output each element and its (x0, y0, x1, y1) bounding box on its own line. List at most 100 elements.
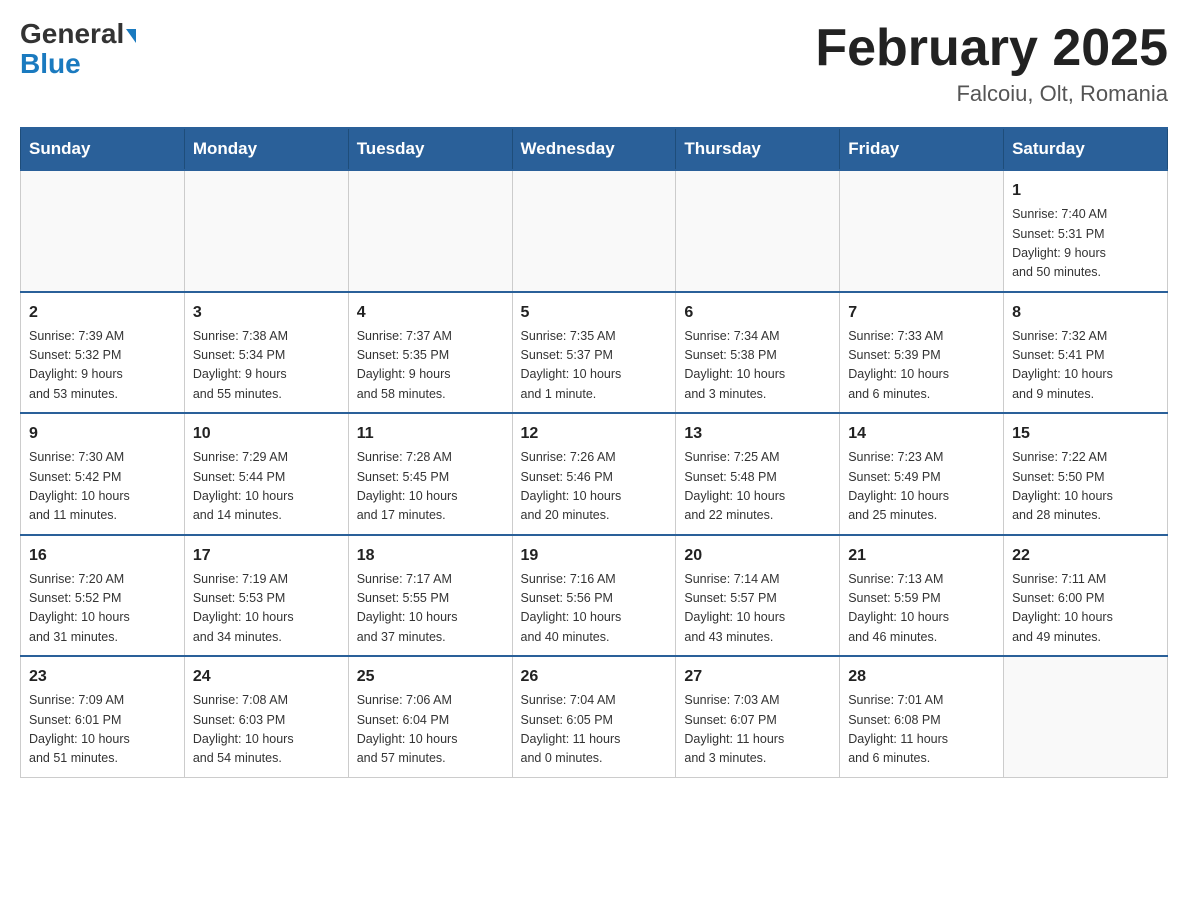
calendar-cell: 26Sunrise: 7:04 AM Sunset: 6:05 PM Dayli… (512, 656, 676, 777)
calendar-cell: 10Sunrise: 7:29 AM Sunset: 5:44 PM Dayli… (184, 413, 348, 535)
logo: General Blue (20, 20, 136, 80)
calendar-cell: 2Sunrise: 7:39 AM Sunset: 5:32 PM Daylig… (21, 292, 185, 414)
day-info: Sunrise: 7:23 AM Sunset: 5:49 PM Dayligh… (848, 448, 995, 526)
calendar-cell: 25Sunrise: 7:06 AM Sunset: 6:04 PM Dayli… (348, 656, 512, 777)
calendar-cell: 13Sunrise: 7:25 AM Sunset: 5:48 PM Dayli… (676, 413, 840, 535)
calendar-cell: 28Sunrise: 7:01 AM Sunset: 6:08 PM Dayli… (840, 656, 1004, 777)
day-info: Sunrise: 7:03 AM Sunset: 6:07 PM Dayligh… (684, 691, 831, 769)
calendar-cell: 12Sunrise: 7:26 AM Sunset: 5:46 PM Dayli… (512, 413, 676, 535)
col-header-sunday: Sunday (21, 128, 185, 170)
calendar-cell: 4Sunrise: 7:37 AM Sunset: 5:35 PM Daylig… (348, 292, 512, 414)
calendar-cell: 5Sunrise: 7:35 AM Sunset: 5:37 PM Daylig… (512, 292, 676, 414)
day-info: Sunrise: 7:01 AM Sunset: 6:08 PM Dayligh… (848, 691, 995, 769)
day-info: Sunrise: 7:22 AM Sunset: 5:50 PM Dayligh… (1012, 448, 1159, 526)
day-number: 14 (848, 422, 995, 446)
calendar-table: SundayMondayTuesdayWednesdayThursdayFrid… (20, 127, 1168, 778)
logo-line2: Blue (20, 48, 81, 80)
day-info: Sunrise: 7:08 AM Sunset: 6:03 PM Dayligh… (193, 691, 340, 769)
calendar-cell: 11Sunrise: 7:28 AM Sunset: 5:45 PM Dayli… (348, 413, 512, 535)
page-header: General Blue February 2025 Falcoiu, Olt,… (20, 20, 1168, 107)
day-info: Sunrise: 7:13 AM Sunset: 5:59 PM Dayligh… (848, 570, 995, 648)
day-info: Sunrise: 7:32 AM Sunset: 5:41 PM Dayligh… (1012, 327, 1159, 405)
day-info: Sunrise: 7:38 AM Sunset: 5:34 PM Dayligh… (193, 327, 340, 405)
day-info: Sunrise: 7:16 AM Sunset: 5:56 PM Dayligh… (521, 570, 668, 648)
col-header-saturday: Saturday (1004, 128, 1168, 170)
calendar-cell (348, 170, 512, 292)
day-number: 3 (193, 301, 340, 325)
day-number: 26 (521, 665, 668, 689)
calendar-cell: 17Sunrise: 7:19 AM Sunset: 5:53 PM Dayli… (184, 535, 348, 657)
day-number: 6 (684, 301, 831, 325)
col-header-monday: Monday (184, 128, 348, 170)
day-info: Sunrise: 7:09 AM Sunset: 6:01 PM Dayligh… (29, 691, 176, 769)
day-info: Sunrise: 7:37 AM Sunset: 5:35 PM Dayligh… (357, 327, 504, 405)
calendar-cell: 22Sunrise: 7:11 AM Sunset: 6:00 PM Dayli… (1004, 535, 1168, 657)
day-number: 11 (357, 422, 504, 446)
col-header-thursday: Thursday (676, 128, 840, 170)
day-number: 22 (1012, 544, 1159, 568)
day-number: 2 (29, 301, 176, 325)
day-info: Sunrise: 7:26 AM Sunset: 5:46 PM Dayligh… (521, 448, 668, 526)
day-number: 7 (848, 301, 995, 325)
calendar-cell: 18Sunrise: 7:17 AM Sunset: 5:55 PM Dayli… (348, 535, 512, 657)
day-number: 20 (684, 544, 831, 568)
calendar-week-3: 9Sunrise: 7:30 AM Sunset: 5:42 PM Daylig… (21, 413, 1168, 535)
day-info: Sunrise: 7:34 AM Sunset: 5:38 PM Dayligh… (684, 327, 831, 405)
day-info: Sunrise: 7:28 AM Sunset: 5:45 PM Dayligh… (357, 448, 504, 526)
logo-line1: General (20, 20, 136, 48)
day-info: Sunrise: 7:20 AM Sunset: 5:52 PM Dayligh… (29, 570, 176, 648)
title-section: February 2025 Falcoiu, Olt, Romania (815, 20, 1168, 107)
calendar-cell: 16Sunrise: 7:20 AM Sunset: 5:52 PM Dayli… (21, 535, 185, 657)
logo-triangle-icon (126, 29, 136, 43)
day-number: 10 (193, 422, 340, 446)
day-info: Sunrise: 7:40 AM Sunset: 5:31 PM Dayligh… (1012, 205, 1159, 283)
calendar-cell: 6Sunrise: 7:34 AM Sunset: 5:38 PM Daylig… (676, 292, 840, 414)
day-number: 8 (1012, 301, 1159, 325)
calendar-cell (840, 170, 1004, 292)
calendar-cell: 24Sunrise: 7:08 AM Sunset: 6:03 PM Dayli… (184, 656, 348, 777)
day-info: Sunrise: 7:33 AM Sunset: 5:39 PM Dayligh… (848, 327, 995, 405)
day-number: 24 (193, 665, 340, 689)
calendar-cell (184, 170, 348, 292)
month-title: February 2025 (815, 20, 1168, 77)
calendar-week-2: 2Sunrise: 7:39 AM Sunset: 5:32 PM Daylig… (21, 292, 1168, 414)
location: Falcoiu, Olt, Romania (815, 81, 1168, 107)
calendar-cell (21, 170, 185, 292)
calendar-cell: 9Sunrise: 7:30 AM Sunset: 5:42 PM Daylig… (21, 413, 185, 535)
day-number: 15 (1012, 422, 1159, 446)
day-number: 18 (357, 544, 504, 568)
calendar-week-4: 16Sunrise: 7:20 AM Sunset: 5:52 PM Dayli… (21, 535, 1168, 657)
day-number: 21 (848, 544, 995, 568)
col-header-friday: Friday (840, 128, 1004, 170)
day-number: 5 (521, 301, 668, 325)
day-number: 16 (29, 544, 176, 568)
calendar-cell: 23Sunrise: 7:09 AM Sunset: 6:01 PM Dayli… (21, 656, 185, 777)
day-number: 27 (684, 665, 831, 689)
col-header-tuesday: Tuesday (348, 128, 512, 170)
calendar-header-row: SundayMondayTuesdayWednesdayThursdayFrid… (21, 128, 1168, 170)
day-info: Sunrise: 7:30 AM Sunset: 5:42 PM Dayligh… (29, 448, 176, 526)
calendar-cell: 3Sunrise: 7:38 AM Sunset: 5:34 PM Daylig… (184, 292, 348, 414)
day-info: Sunrise: 7:29 AM Sunset: 5:44 PM Dayligh… (193, 448, 340, 526)
day-info: Sunrise: 7:25 AM Sunset: 5:48 PM Dayligh… (684, 448, 831, 526)
day-info: Sunrise: 7:19 AM Sunset: 5:53 PM Dayligh… (193, 570, 340, 648)
calendar-cell: 21Sunrise: 7:13 AM Sunset: 5:59 PM Dayli… (840, 535, 1004, 657)
day-number: 28 (848, 665, 995, 689)
day-info: Sunrise: 7:39 AM Sunset: 5:32 PM Dayligh… (29, 327, 176, 405)
calendar-cell: 14Sunrise: 7:23 AM Sunset: 5:49 PM Dayli… (840, 413, 1004, 535)
day-number: 13 (684, 422, 831, 446)
calendar-week-5: 23Sunrise: 7:09 AM Sunset: 6:01 PM Dayli… (21, 656, 1168, 777)
day-number: 25 (357, 665, 504, 689)
calendar-week-1: 1Sunrise: 7:40 AM Sunset: 5:31 PM Daylig… (21, 170, 1168, 292)
calendar-cell (1004, 656, 1168, 777)
day-number: 9 (29, 422, 176, 446)
day-info: Sunrise: 7:35 AM Sunset: 5:37 PM Dayligh… (521, 327, 668, 405)
calendar-cell: 15Sunrise: 7:22 AM Sunset: 5:50 PM Dayli… (1004, 413, 1168, 535)
calendar-cell (676, 170, 840, 292)
day-number: 12 (521, 422, 668, 446)
calendar-cell (512, 170, 676, 292)
calendar-cell: 7Sunrise: 7:33 AM Sunset: 5:39 PM Daylig… (840, 292, 1004, 414)
day-number: 4 (357, 301, 504, 325)
day-info: Sunrise: 7:11 AM Sunset: 6:00 PM Dayligh… (1012, 570, 1159, 648)
day-info: Sunrise: 7:06 AM Sunset: 6:04 PM Dayligh… (357, 691, 504, 769)
